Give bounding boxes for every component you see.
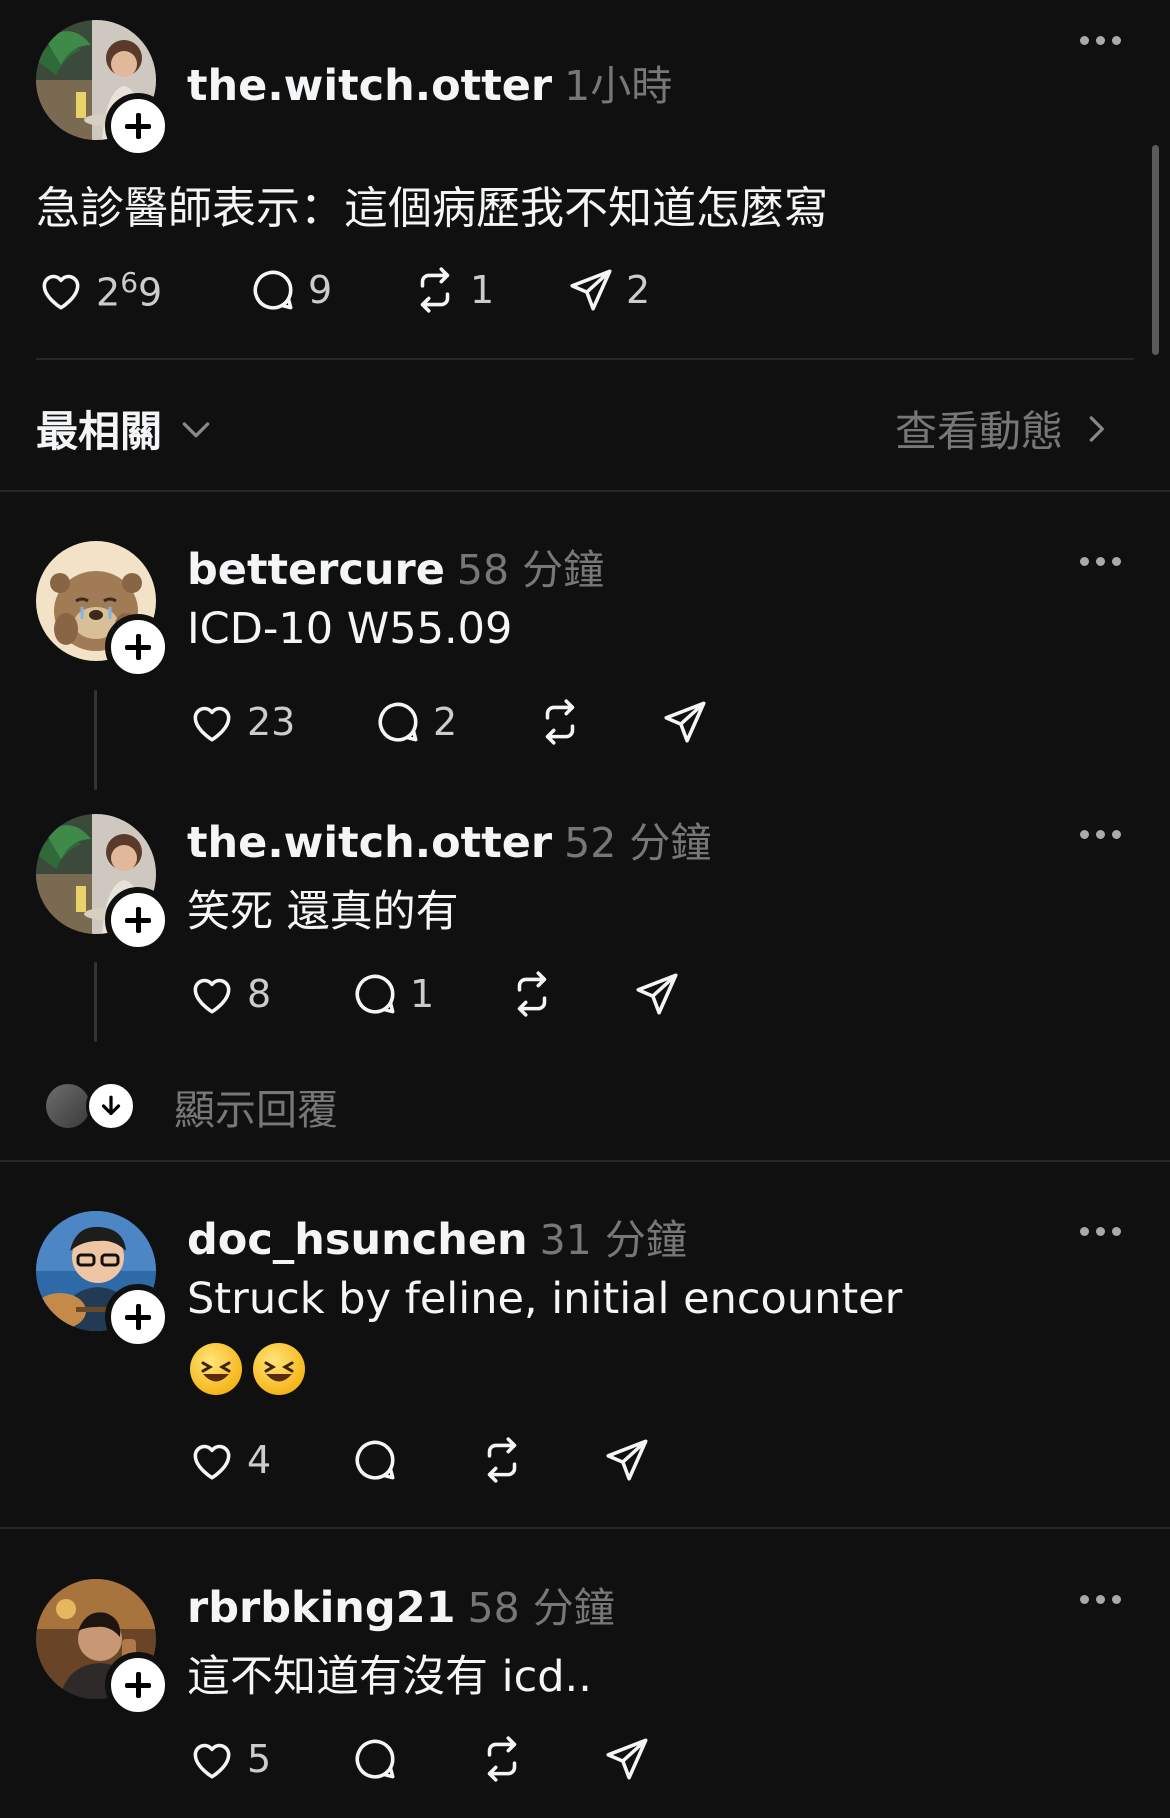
thread-line <box>94 690 97 790</box>
like-count: 4 <box>247 1438 272 1482</box>
heart-icon <box>42 274 80 310</box>
more-icon[interactable] <box>1080 830 1122 840</box>
thread-line <box>94 962 97 1042</box>
post-author-name[interactable]: the.witch.otter 1小時 <box>187 52 672 112</box>
show-replies-button[interactable]: 顯示回覆 <box>46 1076 338 1136</box>
follow-plus-icon[interactable] <box>105 1652 171 1718</box>
repost-count: 1 <box>470 268 495 312</box>
repost-button[interactable] <box>507 969 557 1019</box>
like-button[interactable]: 8 <box>187 969 271 1019</box>
comment-icon <box>355 974 395 1014</box>
like-count: 23 <box>247 700 296 744</box>
comment-icon <box>253 270 293 310</box>
comment-author-name[interactable]: the.witch.otter 52 分鐘 <box>187 809 711 869</box>
comment-timestamp: 58 分鐘 <box>467 1584 615 1632</box>
repost-icon <box>487 1437 517 1483</box>
share-button[interactable] <box>602 1435 652 1485</box>
laughing-emoji <box>190 1343 242 1395</box>
comment-count: 1 <box>410 972 435 1016</box>
repost-icon <box>517 971 547 1017</box>
share-icon <box>664 701 706 743</box>
like-button[interactable]: 23 <box>187 697 295 747</box>
chevron-right-icon <box>1089 415 1104 442</box>
repost-button[interactable] <box>477 1435 527 1485</box>
comment-timestamp: 58 分鐘 <box>456 546 605 594</box>
heart-icon <box>193 978 231 1014</box>
heart-icon <box>193 706 231 742</box>
comment-text: ICD-10 W55.09 <box>187 604 513 654</box>
follow-plus-icon[interactable] <box>105 887 171 953</box>
heart-icon <box>193 1444 231 1480</box>
share-button[interactable] <box>632 969 682 1019</box>
comment-button[interactable]: 9 <box>248 265 332 315</box>
post-text: 急診醫師表示：這個病歷我不知道怎麼寫 <box>36 183 828 234</box>
share-button[interactable] <box>660 697 710 747</box>
sort-dropdown[interactable]: 最相關 <box>36 398 216 459</box>
share-icon <box>570 269 612 311</box>
repost-icon <box>420 267 450 313</box>
comment-text: Struck by feline, initial encounter <box>187 1274 903 1324</box>
comment-text: 這不知道有沒有 icd.. <box>187 1652 592 1702</box>
repost-button[interactable] <box>477 1734 527 1784</box>
follow-plus-icon[interactable] <box>105 93 171 159</box>
arrow-down-icon <box>86 1081 136 1131</box>
share-button[interactable] <box>602 1734 652 1784</box>
section-divider <box>0 490 1170 492</box>
more-icon[interactable] <box>1080 36 1122 46</box>
comment-icon <box>355 1440 395 1480</box>
like-button[interactable]: 4 <box>187 1435 271 1485</box>
reply-avatar <box>46 1084 90 1128</box>
more-icon[interactable] <box>1080 1227 1122 1237</box>
comment-timestamp: 52 分鐘 <box>564 819 712 867</box>
comment-author-name[interactable]: rbrbking21 58 分鐘 <box>187 1574 615 1634</box>
repost-icon <box>545 699 575 745</box>
comment-icon <box>355 1739 395 1779</box>
comment-icon <box>378 702 418 742</box>
more-icon[interactable] <box>1080 557 1122 567</box>
share-icon <box>606 1738 648 1780</box>
like-count: 5 <box>247 1737 272 1781</box>
comment-count: 9 <box>308 268 333 312</box>
view-activity-label: 查看動態 <box>895 407 1064 456</box>
heart-icon <box>193 1743 231 1779</box>
comment-author-name[interactable]: bettercure 58 分鐘 <box>187 536 604 596</box>
comment-count: 2 <box>433 700 458 744</box>
follow-plus-icon[interactable] <box>105 1284 171 1350</box>
replies-avatar-stack <box>46 1081 138 1131</box>
sort-label: 最相關 <box>36 407 163 456</box>
repost-icon <box>487 1736 517 1782</box>
chevron-down-icon <box>182 421 210 437</box>
comment-author-name[interactable]: doc_hsunchen 31 分鐘 <box>187 1206 687 1266</box>
repost-button[interactable]: 1 <box>410 265 494 315</box>
comment-timestamp: 31 分鐘 <box>539 1216 687 1264</box>
share-button[interactable]: 2 <box>566 265 650 315</box>
like-button[interactable]: 5 <box>187 1734 271 1784</box>
post-timestamp: 1小時 <box>564 62 673 110</box>
threads-post-page: the.witch.otter 1小時 急診醫師表示：這個病歷我不知道怎麼寫 26… <box>0 0 1170 1818</box>
share-icon <box>606 1439 648 1481</box>
like-count: 269 <box>96 265 163 315</box>
repost-button[interactable] <box>535 697 585 747</box>
follow-plus-icon[interactable] <box>105 614 171 680</box>
more-icon[interactable] <box>1080 1595 1122 1605</box>
show-replies-label: 顯示回覆 <box>174 1086 338 1134</box>
share-icon <box>636 973 678 1015</box>
comment-button[interactable] <box>350 1435 400 1485</box>
comment-button[interactable] <box>350 1734 400 1784</box>
comment-button[interactable]: 2 <box>373 697 457 747</box>
comment-text: 笑死 還真的有 <box>187 887 459 937</box>
laughing-emoji <box>253 1343 305 1395</box>
view-activity-link[interactable]: 查看動態 <box>895 398 1115 459</box>
section-divider <box>0 1527 1170 1529</box>
scrollbar[interactable] <box>1152 145 1159 355</box>
share-count: 2 <box>626 268 651 312</box>
like-button[interactable]: 269 <box>36 265 162 315</box>
like-count: 8 <box>247 972 272 1016</box>
comment-button[interactable]: 1 <box>350 969 434 1019</box>
section-divider <box>0 1160 1170 1162</box>
post-divider <box>36 358 1134 360</box>
